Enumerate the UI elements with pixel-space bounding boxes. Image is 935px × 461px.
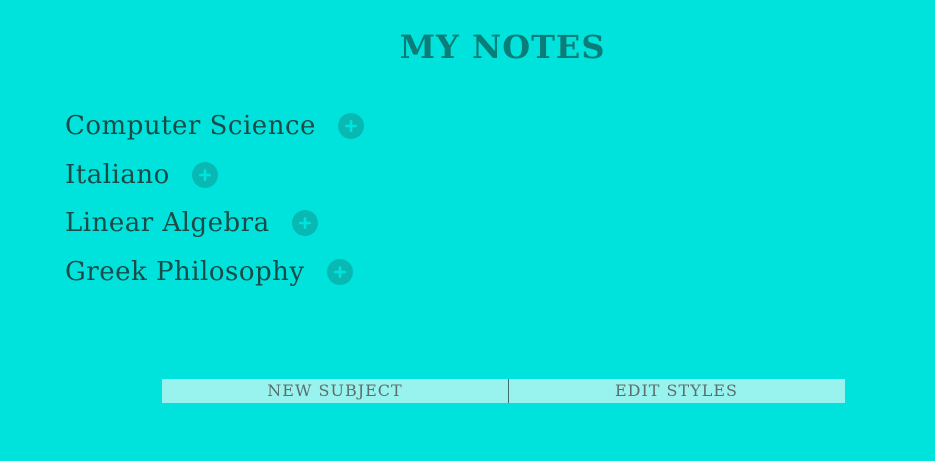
subject-label[interactable]: Linear Algebra (65, 205, 270, 241)
subject-item-linear-algebra: Linear Algebra (65, 199, 364, 248)
add-note-icon[interactable] (291, 210, 318, 237)
action-bar: NEW SUBJECT EDIT STYLES (162, 379, 845, 403)
add-note-icon[interactable] (337, 113, 364, 140)
subject-item-italiano: Italiano (65, 151, 364, 200)
add-note-icon[interactable] (326, 258, 353, 285)
subject-label[interactable]: Computer Science (65, 108, 316, 144)
subject-label[interactable]: Italiano (65, 157, 170, 193)
subject-label[interactable]: Greek Philosophy (65, 254, 305, 290)
add-note-icon[interactable] (191, 161, 218, 188)
page-title: MY NOTES (399, 28, 606, 66)
edit-styles-button[interactable]: EDIT STYLES (509, 379, 844, 403)
new-subject-button[interactable]: NEW SUBJECT (162, 379, 509, 403)
subject-item-greek-philosophy: Greek Philosophy (65, 248, 364, 297)
subject-list: Computer Science Italiano Linear Algebra… (65, 102, 364, 296)
subject-item-computer-science: Computer Science (65, 102, 364, 151)
